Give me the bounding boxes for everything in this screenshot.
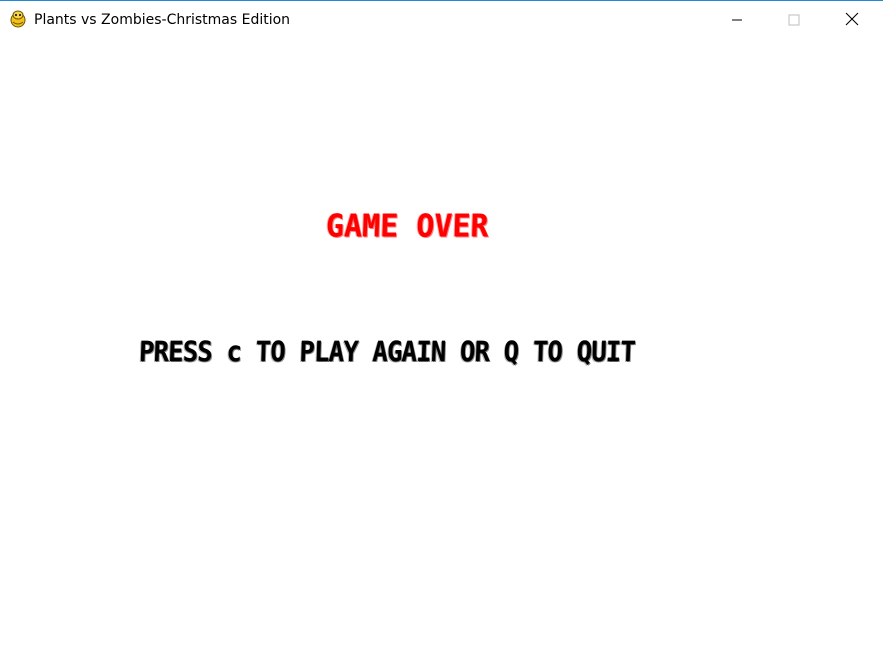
- close-button[interactable]: [829, 1, 875, 39]
- app-window: Plants vs Zombies-Christmas Edition GAME…: [0, 0, 883, 664]
- game-over-text: GAME OVER: [325, 208, 490, 245]
- maximize-icon: [788, 11, 800, 30]
- close-icon: [845, 11, 859, 30]
- minimize-icon: [731, 11, 743, 30]
- instructions-text: PRESS c TO PLAY AGAIN OR Q TO QUIT: [138, 335, 636, 368]
- minimize-button[interactable]: [714, 1, 760, 39]
- maximize-button[interactable]: [771, 1, 817, 39]
- title-bar[interactable]: Plants vs Zombies-Christmas Edition: [0, 1, 883, 39]
- pygame-snake-icon: [9, 10, 27, 28]
- window-title: Plants vs Zombies-Christmas Edition: [34, 12, 291, 28]
- game-canvas[interactable]: GAME OVER PRESS c TO PLAY AGAIN OR Q TO …: [0, 39, 883, 664]
